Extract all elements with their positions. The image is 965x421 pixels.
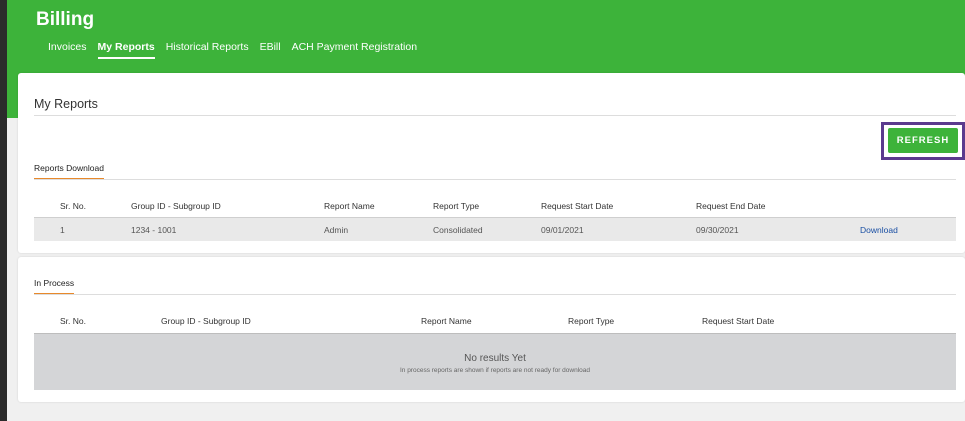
nav-historical-reports[interactable]: Historical Reports xyxy=(166,41,249,59)
title-divider xyxy=(34,115,956,116)
column-header-group-id: Group ID - Subgroup ID xyxy=(161,316,251,326)
empty-state: No results Yet In process reports are sh… xyxy=(34,333,956,390)
cell-report-type: Consolidated xyxy=(433,225,483,235)
tab-in-process[interactable]: In Process xyxy=(34,278,75,295)
column-header-group-id: Group ID - Subgroup ID xyxy=(131,201,221,211)
nav-ebill[interactable]: EBill xyxy=(260,41,281,59)
empty-state-title: No results Yet xyxy=(464,353,526,364)
column-header-sr-no: Sr. No. xyxy=(60,201,86,211)
header-title: Billing xyxy=(36,9,95,30)
app-frame: Billing Invoices My Reports Historical R… xyxy=(7,0,965,421)
in-process-panel: In Process Sr. No. Group ID - Subgroup I… xyxy=(18,257,965,402)
cell-sr-no: 1 xyxy=(60,225,65,235)
nav-invoices[interactable]: Invoices xyxy=(48,41,87,59)
billing-nav: Invoices My Reports Historical Reports E… xyxy=(48,41,428,59)
refresh-button[interactable]: REFRESH xyxy=(888,128,958,153)
column-header-start-date: Request Start Date xyxy=(541,201,614,211)
column-header-end-date: Request End Date xyxy=(696,201,766,211)
reports-download-panel: My Reports REFRESH Reports Download Sr. … xyxy=(18,73,965,253)
column-header-sr-no: Sr. No. xyxy=(60,316,86,326)
column-header-report-type: Report Type xyxy=(433,201,480,211)
column-header-report-name: Report Name xyxy=(421,316,472,326)
table-row: 1 1234 - 1001 Admin Consolidated 09/01/2… xyxy=(34,217,956,241)
nav-ach-payment-registration[interactable]: ACH Payment Registration xyxy=(292,41,417,59)
download-link[interactable]: Download xyxy=(860,225,898,235)
column-header-report-name: Report Name xyxy=(324,201,375,211)
section-divider xyxy=(34,179,956,180)
cell-start-date: 09/01/2021 xyxy=(541,225,584,235)
tab-reports-download[interactable]: Reports Download xyxy=(34,163,104,180)
cell-end-date: 09/30/2021 xyxy=(696,225,739,235)
cell-report-name: Admin xyxy=(324,225,349,235)
column-header-report-type: Report Type xyxy=(568,316,615,326)
empty-state-subtitle: In process reports are shown if reports … xyxy=(399,367,591,374)
section-divider xyxy=(34,294,956,295)
page-title: My Reports xyxy=(34,97,98,111)
cell-group-id: 1234 - 1001 xyxy=(131,225,177,235)
column-header-start-date: Request Start Date xyxy=(702,316,775,326)
nav-my-reports[interactable]: My Reports xyxy=(97,41,155,59)
